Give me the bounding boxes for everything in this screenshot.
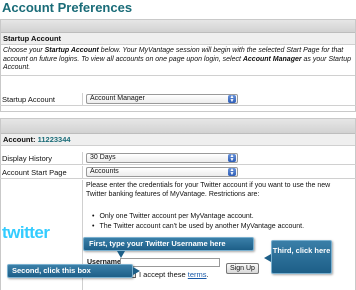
display-history-row: Display History 30 Days ▲ ▼ xyxy=(0,152,356,165)
display-history-value: 30 Days xyxy=(90,154,116,161)
startup-account-row: Startup Account Account Manager ▲ ▼ xyxy=(0,93,356,106)
start-page-value: Accounts xyxy=(90,168,119,175)
row-divider xyxy=(82,93,83,105)
display-history-select[interactable]: 30 Days ▲ ▼ xyxy=(86,153,238,163)
select-arrows-icon: ▲ ▼ xyxy=(228,167,236,177)
page-title: Account Preferences xyxy=(2,0,133,15)
start-page-label: Account Start Page xyxy=(2,168,67,177)
callout-step-two: Second, click this box xyxy=(7,264,133,278)
twitter-instructions: Please enter the credentials for your Tw… xyxy=(86,182,331,198)
row-divider xyxy=(82,152,83,164)
twitter-logo: twitter xyxy=(2,223,50,242)
list-item: Only one Twitter account per MyVantage a… xyxy=(92,212,352,222)
callout-pointer xyxy=(133,267,140,275)
startup-account-select[interactable]: Account Manager ▲ ▼ xyxy=(86,94,238,104)
display-history-label: Display History xyxy=(2,154,53,163)
panel-header-bar xyxy=(1,20,355,33)
list-item: The Twitter account can't be used by ano… xyxy=(92,222,352,232)
startup-intro-text: Choose your Startup Account below. Your … xyxy=(1,45,355,76)
account-section-label: Account: 11223344 xyxy=(1,134,355,146)
callout-step-one: First, type your Twitter Username here xyxy=(83,237,254,251)
row-divider xyxy=(82,166,83,178)
select-arrows-icon: ▲ ▼ xyxy=(228,153,236,163)
twitter-restrictions-list: Only one Twitter account per MyVantage a… xyxy=(92,212,352,231)
callout-step-three: Third, click here xyxy=(271,240,332,274)
start-page-select[interactable]: Accounts ▲ ▼ xyxy=(86,167,238,177)
sign-up-button[interactable]: Sign Up xyxy=(226,263,259,274)
panel-header-bar xyxy=(1,119,355,134)
select-arrows-icon: ▲ ▼ xyxy=(228,94,236,104)
accept-terms-text: I accept these terms. xyxy=(139,270,209,279)
startup-account-value: Account Manager xyxy=(90,95,145,102)
terms-link[interactable]: terms xyxy=(188,270,207,279)
callout-pointer xyxy=(264,254,271,262)
startup-account-label: Startup Account xyxy=(2,95,55,104)
account-number: 11223344 xyxy=(37,135,71,144)
start-page-row: Account Start Page Accounts ▲ ▼ xyxy=(0,166,356,179)
callout-pointer xyxy=(117,251,125,258)
username-input[interactable] xyxy=(120,258,220,267)
startup-section-label: Startup Account xyxy=(1,33,355,45)
